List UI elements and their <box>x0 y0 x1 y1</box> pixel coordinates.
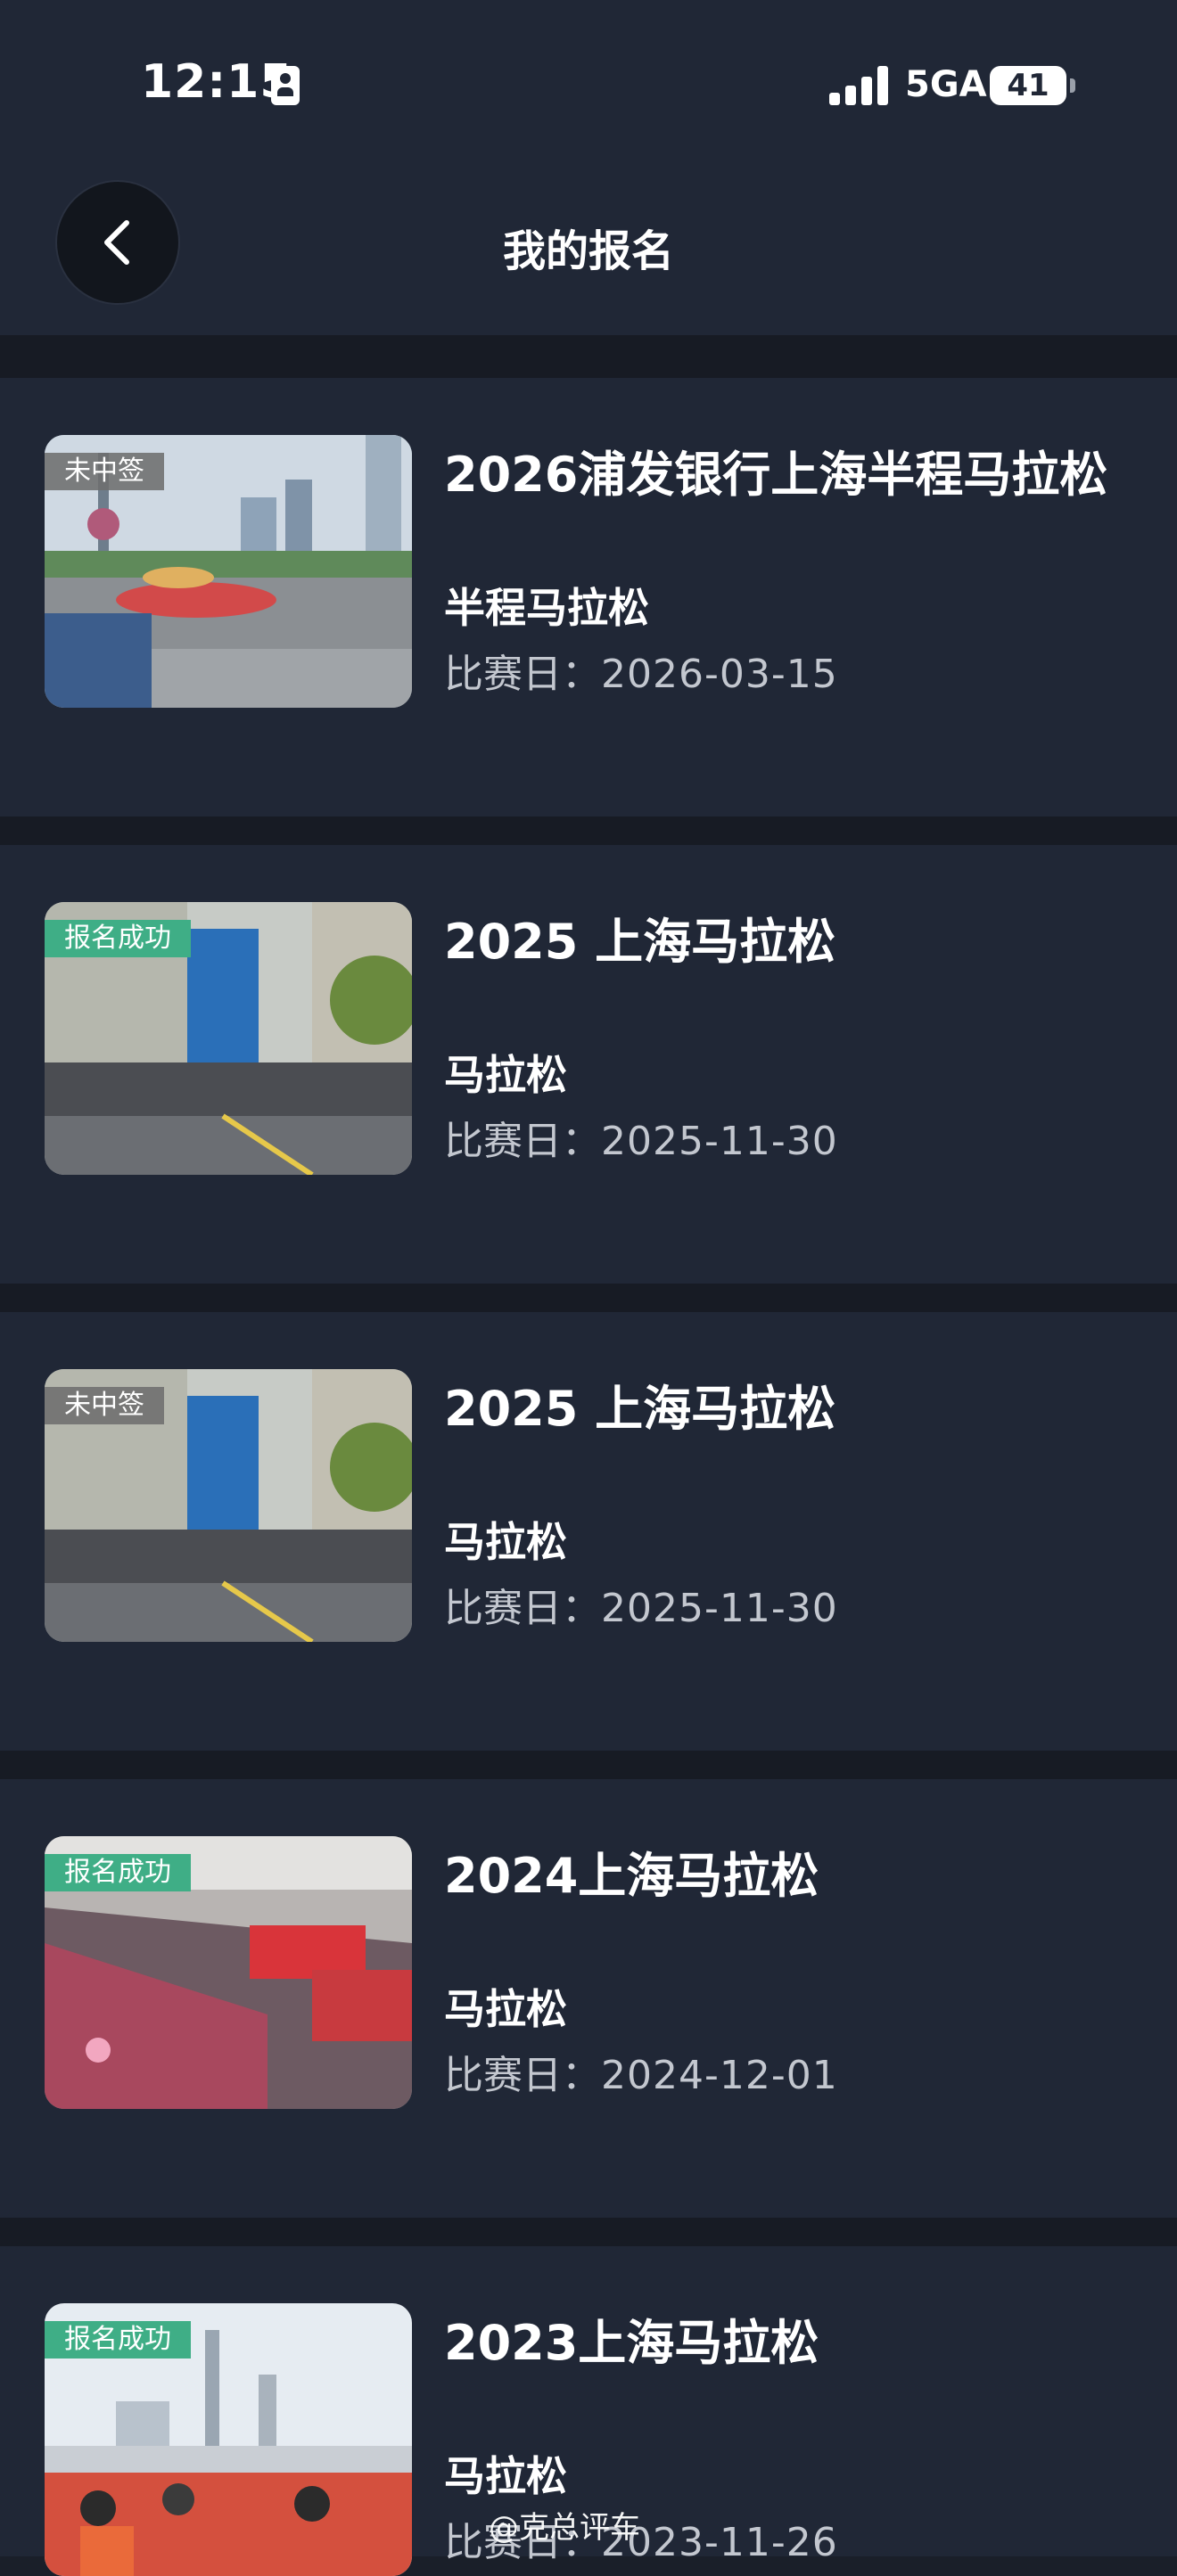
navigation-bar: 我的报名 <box>0 169 1177 335</box>
date-label: 比赛日： <box>444 652 601 697</box>
event-date: 比赛日：2025-11-30 <box>444 1576 838 1633</box>
event-date: 比赛日：2024-12-01 <box>444 2043 838 2100</box>
page-title: 我的报名 <box>502 226 674 276</box>
event-title: 2025 上海马拉松 <box>444 914 836 970</box>
event-thumbnail: 报名成功 <box>45 2303 412 2576</box>
status-bar: 12:15 5GA 41 <box>0 0 1177 169</box>
registration-card[interactable]: 报名成功 2025 上海马拉松 马拉松 比赛日：2025-11-30 <box>0 845 1177 1284</box>
event-type: 半程马拉松 <box>444 584 649 632</box>
date-value: 2025-11-30 <box>601 1119 838 1164</box>
id-card-icon <box>271 66 300 105</box>
status-badge: 未中签 <box>45 1387 164 1424</box>
event-type: 马拉松 <box>444 1518 567 1566</box>
status-time: 12:15 <box>141 55 293 109</box>
event-thumbnail: 报名成功 <box>45 1836 412 2109</box>
event-type: 马拉松 <box>444 2452 567 2500</box>
status-badge: 报名成功 <box>45 920 191 957</box>
event-title: 2023上海马拉松 <box>444 2315 819 2371</box>
event-thumbnail: 未中签 <box>45 1369 412 1642</box>
date-value: 2024-12-01 <box>601 2053 838 2098</box>
divider <box>0 335 1177 378</box>
registration-card[interactable]: 未中签 2026浦发银行上海半程马拉松 半程马拉松 比赛日：2026-03-15 <box>0 378 1177 816</box>
status-badge: 未中签 <box>45 453 164 490</box>
date-label: 比赛日： <box>444 2053 601 2098</box>
event-title: 2026浦发银行上海半程马拉松 <box>444 447 1108 503</box>
date-label: 比赛日： <box>444 1586 601 1631</box>
date-label: 比赛日： <box>444 1119 601 1164</box>
event-title: 2025 上海马拉松 <box>444 1381 836 1437</box>
date-value: 2025-11-30 <box>601 1586 838 1631</box>
event-date: 比赛日：2026-03-15 <box>444 642 838 699</box>
event-date: 比赛日：2025-11-30 <box>444 1109 838 1166</box>
divider <box>0 816 1177 845</box>
registration-card[interactable]: 报名成功 2024上海马拉松 马拉松 比赛日：2024-12-01 <box>0 1779 1177 2218</box>
event-thumbnail: 报名成功 <box>45 902 412 1175</box>
divider <box>0 1284 1177 1312</box>
date-value: 2026-03-15 <box>601 652 838 697</box>
status-badge: 报名成功 <box>45 1854 191 1891</box>
signal-icon <box>829 66 892 105</box>
event-type: 马拉松 <box>444 1985 567 2033</box>
event-type: 马拉松 <box>444 1051 567 1099</box>
event-thumbnail: 未中签 <box>45 435 412 708</box>
event-title: 2024上海马拉松 <box>444 1848 819 1904</box>
watermark: @克总评车 <box>489 2510 640 2546</box>
battery-icon: 41 <box>990 66 1075 105</box>
divider <box>0 1751 1177 1779</box>
divider <box>0 2218 1177 2246</box>
registration-card[interactable]: 未中签 2025 上海马拉松 马拉松 比赛日：2025-11-30 <box>0 1312 1177 1751</box>
status-badge: 报名成功 <box>45 2321 191 2359</box>
network-type: 5GA <box>905 64 987 105</box>
